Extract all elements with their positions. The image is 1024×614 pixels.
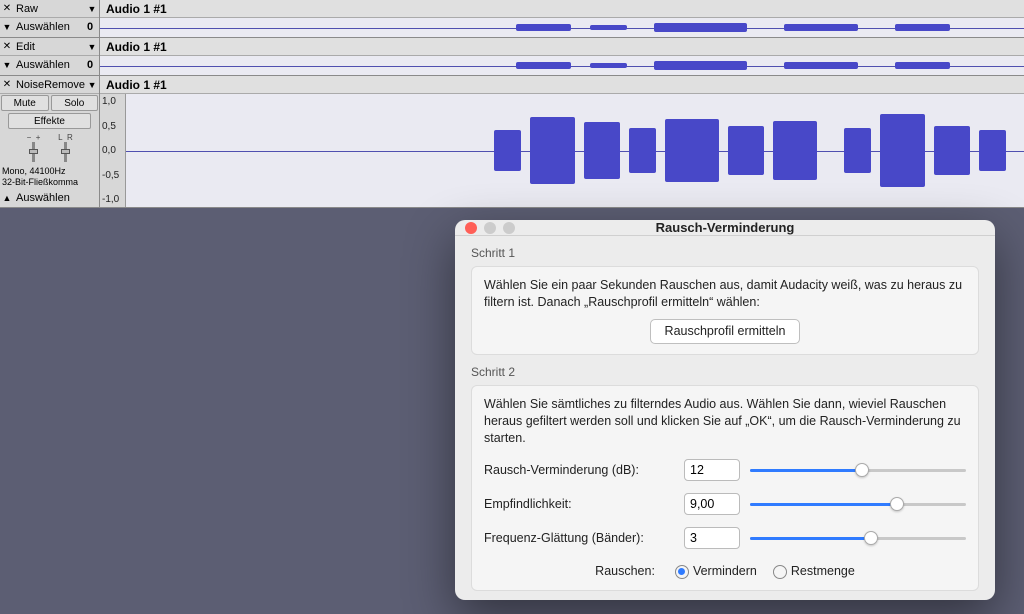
clip-title[interactable]: Audio 1 #1 (100, 0, 1024, 18)
track-panel: ✕ Raw ▼ ▼ Auswählen 0 (0, 0, 100, 37)
amplitude-axis: 1,0 0,5 0,0 -0,5 -1,0 (100, 94, 126, 207)
smoothing-slider[interactable] (750, 530, 966, 546)
track-name[interactable]: NoiseRemove (14, 79, 85, 91)
noise-reduction-dialog: Rausch-Verminderung Schritt 1 Wählen Sie… (455, 220, 995, 600)
gain-pan-sliders[interactable]: − + L R (0, 130, 99, 165)
param-smoothing: Frequenz-Glättung (Bänder): (484, 527, 966, 549)
close-track-icon[interactable]: ✕ (0, 79, 14, 90)
step2-label: Schritt 2 (471, 365, 979, 379)
track-panel: ✕ Edit ▼ ▼ Auswählen 0 (0, 38, 100, 75)
radio-residue[interactable]: Restmenge (773, 563, 855, 580)
mute-button[interactable]: Mute (1, 95, 49, 111)
window-minimize-icon (484, 222, 496, 234)
track-panel: ✕ NoiseRemove ▼ Mute Solo Effekte − + L … (0, 76, 100, 207)
solo-button[interactable]: Solo (51, 95, 99, 111)
collapse-icon[interactable]: ▼ (0, 22, 14, 32)
collapse-icon[interactable]: ▼ (0, 60, 14, 70)
close-track-icon[interactable]: ✕ (0, 41, 14, 52)
param-sensitivity: Empfindlichkeit: (484, 493, 966, 515)
noise-db-input[interactable] (684, 459, 740, 481)
step1-box: Wählen Sie ein paar Sekunden Rauschen au… (471, 266, 979, 355)
sync-zero: 0 (81, 59, 99, 71)
step1-text: Wählen Sie ein paar Sekunden Rauschen au… (484, 277, 966, 311)
track-name[interactable]: Raw (14, 3, 85, 15)
smoothing-input[interactable] (684, 527, 740, 549)
waveform[interactable] (100, 56, 1024, 75)
sensitivity-slider[interactable] (750, 496, 966, 512)
param-noise-db: Rausch-Verminderung (dB): (484, 459, 966, 481)
track-row-edit: ✕ Edit ▼ ▼ Auswählen 0 Audio 1 #1 (0, 38, 1024, 76)
noise-db-slider[interactable] (750, 462, 966, 478)
sensitivity-input[interactable] (684, 493, 740, 515)
waveform[interactable] (100, 18, 1024, 37)
window-close-icon[interactable] (465, 222, 477, 234)
track-menu-icon[interactable]: ▼ (85, 4, 99, 14)
radio-group-label: Rauschen: (595, 563, 655, 580)
waveform[interactable]: 1,0 0,5 0,0 -0,5 -1,0 (100, 94, 1024, 207)
effects-button[interactable]: Effekte (8, 113, 91, 129)
select-button[interactable]: Auswählen (14, 59, 81, 71)
select-button[interactable]: Auswählen (14, 192, 99, 204)
track-format-info: Mono, 44100Hz 32-Bit-Fließkomma (0, 165, 99, 189)
collapse-icon[interactable]: ▲ (0, 193, 14, 203)
step2-box: Wählen Sie sämtliches zu filterndes Audi… (471, 385, 979, 591)
track-row-noiseremove: ✕ NoiseRemove ▼ Mute Solo Effekte − + L … (0, 76, 1024, 208)
track-menu-icon[interactable]: ▼ (85, 42, 99, 52)
track-name[interactable]: Edit (14, 41, 85, 53)
step1-label: Schritt 1 (471, 246, 979, 260)
window-zoom-icon (503, 222, 515, 234)
radio-reduce[interactable]: Vermindern (675, 563, 757, 580)
track-row-raw: ✕ Raw ▼ ▼ Auswählen 0 Audio 1 #1 (0, 0, 1024, 38)
step2-text: Wählen Sie sämtliches zu filterndes Audi… (484, 396, 966, 447)
clip-title[interactable]: Audio 1 #1 (100, 38, 1024, 56)
clip-title[interactable]: Audio 1 #1 (100, 76, 1024, 94)
dialog-titlebar[interactable]: Rausch-Verminderung (455, 220, 995, 236)
dialog-title: Rausch-Verminderung (656, 220, 795, 235)
sync-zero: 0 (81, 21, 99, 33)
close-track-icon[interactable]: ✕ (0, 3, 14, 14)
track-menu-icon[interactable]: ▼ (85, 80, 99, 90)
select-button[interactable]: Auswählen (14, 21, 81, 33)
get-noise-profile-button[interactable]: Rauschprofil ermitteln (650, 319, 801, 344)
